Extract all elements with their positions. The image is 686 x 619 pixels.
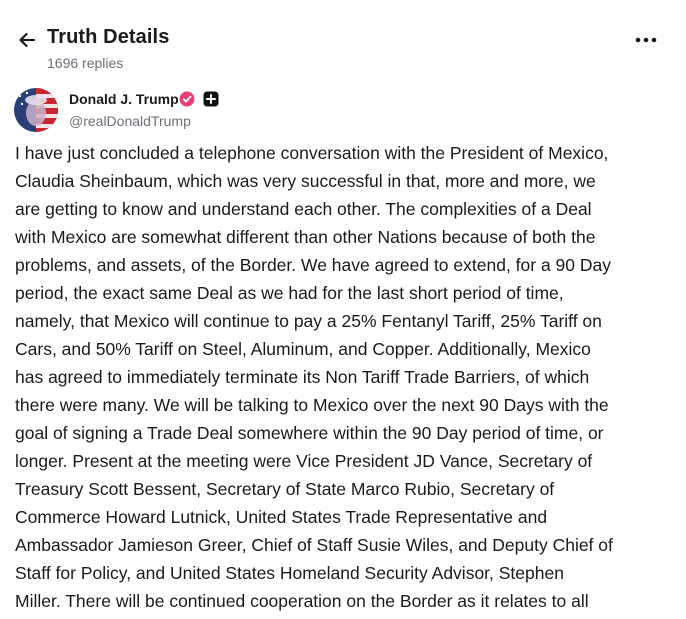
post-text-line: Claudia Sheinbaum, which was very succes… <box>15 171 596 191</box>
post-author: Donald J. Trump @realDonaldTrump <box>14 88 674 132</box>
post-text-line: Miller. There will be continued cooperat… <box>15 591 589 611</box>
post-text-line: Cars, and 50% Tariff on Steel, Aluminum,… <box>15 339 591 359</box>
verified-badge-icon <box>179 91 195 107</box>
post-text-line: with Mexico are somewhat different than … <box>15 227 596 247</box>
post-text-line: problems, and assets, of the Border. We … <box>15 255 611 275</box>
post-text-line: Treasury Scott Bessent, Secretary of Sta… <box>15 479 555 499</box>
replies-count: 1696 replies <box>47 55 124 71</box>
author-display-name[interactable]: Donald J. Trump <box>69 91 179 107</box>
more-options-icon[interactable] <box>632 30 660 50</box>
post-text-line: there were many. We will be talking to M… <box>15 395 609 415</box>
avatar[interactable] <box>14 88 58 132</box>
post-text-line: are getting to know and understand each … <box>15 199 592 219</box>
page-header: Truth Details 1696 replies <box>0 0 686 80</box>
post-text-line: has agreed to immediately terminate its … <box>15 367 590 387</box>
post-text-line: I have just concluded a telephone conver… <box>15 143 609 163</box>
post-text-line: goal of signing a Trade Deal somewhere w… <box>15 423 604 443</box>
post-text-line: namely, that Mexico will continue to pay… <box>15 311 602 331</box>
post-text-line: Staff for Policy, and United States Home… <box>15 563 564 583</box>
post-text-line: period, the exact same Deal as we had fo… <box>15 283 564 303</box>
post-text: I have just concluded a telephone conver… <box>15 139 675 615</box>
post-text-line: Ambassador Jamieson Greer, Chief of Staf… <box>15 535 613 555</box>
author-handle[interactable]: @realDonaldTrump <box>69 113 191 129</box>
post-text-line: Commerce Howard Lutnick, United States T… <box>15 507 548 527</box>
post-text-line: longer. Present at the meeting were Vice… <box>15 451 593 471</box>
back-arrow-icon[interactable] <box>14 27 40 53</box>
page-title: Truth Details <box>47 26 170 48</box>
plus-badge-icon <box>203 91 219 107</box>
